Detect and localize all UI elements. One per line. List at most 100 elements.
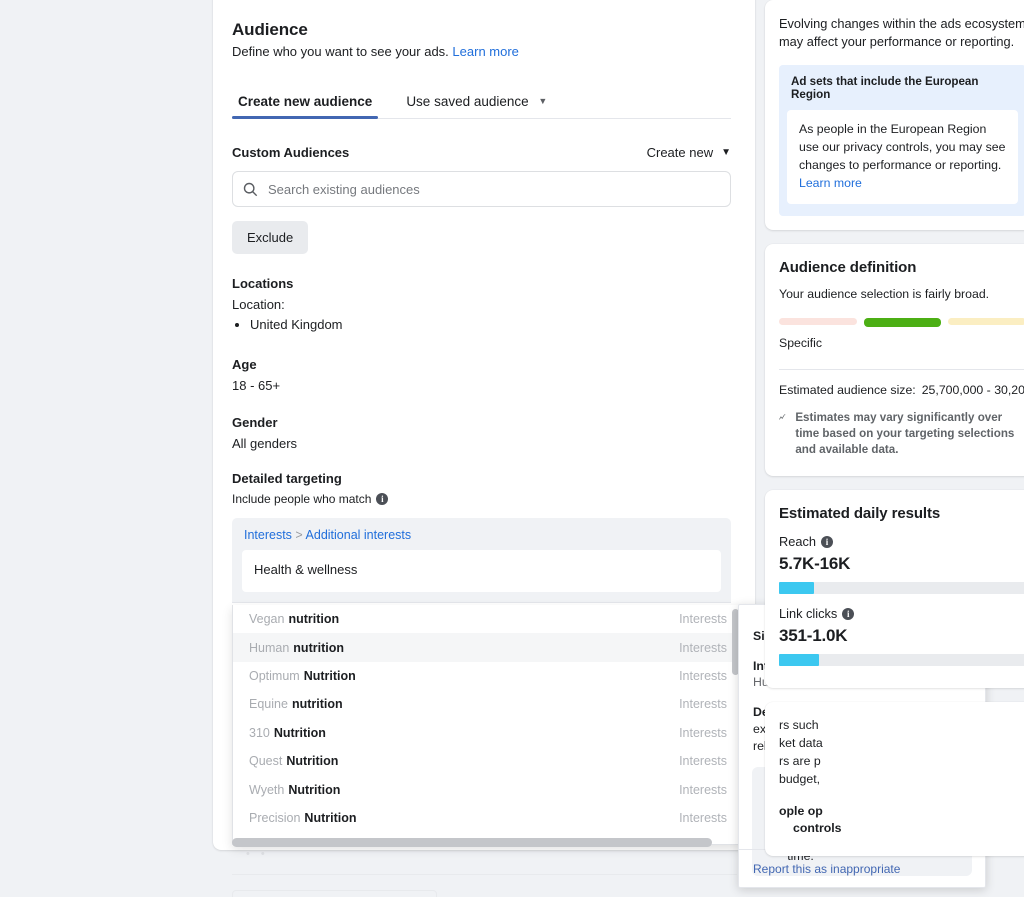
suggestion-category: Interests <box>679 754 727 769</box>
suggestion-item[interactable]: Precision Nutrition Interests <box>233 804 741 832</box>
metric-bar-fill <box>779 654 819 667</box>
suggestion-item[interactable]: Quest Nutrition Interests <box>233 747 741 775</box>
page-root: Audience Define who you want to see your… <box>0 0 1024 897</box>
info-icon[interactable]: i <box>842 607 855 620</box>
suggestion-category: Interests <box>679 782 727 797</box>
metric-bar <box>779 654 1024 667</box>
tab-use-saved-audience-label: Use saved audience <box>406 94 529 109</box>
custom-audiences-header: Custom Audiences Create new ▼ <box>232 145 731 160</box>
suggestion-prefix: Optimum <box>249 668 300 683</box>
obscured-line-2: ket data <box>779 736 823 751</box>
suggestion-match: Nutrition <box>303 668 356 683</box>
suggestion-item[interactable]: Vegan nutrition Interests <box>233 605 741 633</box>
list-item: United Kingdom <box>250 315 731 335</box>
suggestion-item[interactable]: Human nutrition Interests <box>233 633 741 662</box>
age-heading: Age <box>232 356 257 372</box>
suggestion-prefix: Vegan <box>249 612 285 627</box>
audience-definition-summary: Your audience selection is fairly broad. <box>779 286 990 301</box>
audience-tabs: Create new audience Use saved audience ▼ <box>232 85 731 119</box>
dropdown-horizontal-scrollbar-thumb[interactable] <box>232 838 712 847</box>
suggestion-match: nutrition <box>288 612 340 627</box>
obscured-line-1: rs such <box>779 718 819 733</box>
gender-section: Gender All genders <box>232 415 731 451</box>
suggestion-prefix: Quest <box>249 754 283 769</box>
divider <box>232 874 737 875</box>
audience-learn-more-link[interactable]: Learn more <box>452 44 518 59</box>
metric-bar <box>779 582 1024 595</box>
suggestion-category: Interests <box>679 810 727 825</box>
suggestion-match: Nutrition <box>304 810 357 825</box>
age-value: 18 - 65+ <box>232 377 281 393</box>
estimate-disclaimer: Estimates may vary significantly over ti… <box>779 410 1024 459</box>
suggestion-prefix: Wyeth <box>249 782 285 797</box>
right-sidebar: Evolving changes within the ads ecosyste… <box>765 0 1024 870</box>
tab-create-new-audience[interactable]: Create new audience <box>232 94 379 119</box>
suggestion-item[interactable]: Optimum Nutrition Interests <box>233 662 741 690</box>
age-section: Age 18 - 65+ <box>232 357 731 393</box>
obscured-info-card: rs such ket data rs are p budget, ople o… <box>765 702 1024 857</box>
search-icon <box>243 182 258 196</box>
page-title: Audience <box>232 20 308 39</box>
european-region-notice: Ad sets that include the European Region… <box>779 65 1024 216</box>
dropdown-horizontal-scrollbar[interactable] <box>232 838 712 848</box>
search-audiences-field[interactable]: Search existing audiences <box>232 171 731 207</box>
european-region-text: As people in the European Region use our… <box>799 122 1006 172</box>
audience-definition-card: Audience definition Your audience select… <box>765 243 1024 477</box>
metric-value: 351-1.0K <box>779 626 848 646</box>
suggestion-prefix: Equine <box>249 697 288 712</box>
selected-interest-chip[interactable]: Health & wellness <box>242 549 721 592</box>
placeholder-field <box>232 890 437 897</box>
locations-list: United Kingdom <box>232 315 731 335</box>
include-people-who-match-label: Include people who match i <box>232 492 731 506</box>
exclude-button[interactable]: Exclude <box>232 221 309 254</box>
suggestions-dropdown[interactable]: Vegan nutrition Interests Human nutrition Int… <box>232 605 742 845</box>
obscured-line-3: rs are p <box>779 753 821 768</box>
breadcrumb-interests[interactable]: Interests <box>244 528 292 542</box>
locations-heading: Locations <box>232 276 294 291</box>
include-people-who-match-text: Include people who match <box>232 491 372 506</box>
european-region-body: As people in the European Region use our… <box>787 110 1018 204</box>
suggestion-category: Interests <box>679 668 727 683</box>
location-sub-label: Location: <box>232 297 285 312</box>
tab-create-new-audience-label: Create new audience <box>238 94 373 109</box>
suggestion-item[interactable]: Wyeth Nutrition Interests <box>233 775 741 803</box>
gauge-segment <box>863 317 942 327</box>
info-icon[interactable]: i <box>376 492 389 505</box>
suggestion-category: Interests <box>679 697 727 712</box>
metric-bar-fill <box>779 582 814 595</box>
metric-label: Reach <box>779 534 816 550</box>
estimated-daily-results-heading: Estimated daily results <box>779 505 941 523</box>
obscured-line-4: budget, <box>779 771 821 786</box>
gauge-segment <box>948 317 1024 325</box>
metric-block: Reach i 5.7K-16K <box>779 534 1024 595</box>
breadcrumb-additional-interests[interactable]: Additional interests <box>306 528 412 542</box>
info-icon[interactable]: i <box>821 535 833 548</box>
obscured-card-text: rs such ket data rs are p budget, ople o… <box>779 717 1024 838</box>
ads-ecosystem-notice-text: Evolving changes within the ads ecosyste… <box>779 16 1024 50</box>
suggestion-prefix: 310 <box>249 725 270 740</box>
suggestion-category: Interests <box>679 725 727 740</box>
estimated-daily-results-card: Estimated daily results Reach i 5.7K-16K Li… <box>765 490 1024 689</box>
suggestion-item[interactable]: Equine nutrition Interests <box>233 690 741 718</box>
european-region-learn-more-link[interactable]: Learn more <box>799 176 862 190</box>
page-subtitle: Define who you want to see your ads. Lea… <box>232 44 731 59</box>
tab-use-saved-audience[interactable]: Use saved audience ▼ <box>400 94 553 118</box>
european-region-title: Ad sets that include the European Region <box>791 75 979 102</box>
suggestion-match: nutrition <box>293 640 344 655</box>
detailed-targeting-heading: Detailed targeting <box>232 470 342 486</box>
trend-chart-icon <box>779 413 786 420</box>
page-subtitle-text: Define who you want to see your ads. <box>232 44 449 59</box>
suggestion-item[interactable]: 310 Nutrition Interests <box>233 719 741 747</box>
custom-audiences-label: Custom Audiences <box>232 145 350 160</box>
estimated-audience-size-row: Estimated audience size: 25,700,000 - 30… <box>779 383 1024 397</box>
metric-label: Link clicks <box>779 606 838 622</box>
create-new-audience-button[interactable]: Create new ▼ <box>647 145 731 160</box>
suggestion-match: Nutrition <box>288 782 341 797</box>
decorative-ellipsis: • • <box>246 848 269 860</box>
suggestion-match: nutrition <box>291 697 343 712</box>
suggestion-prefix: Precision <box>249 810 301 825</box>
estimated-audience-size-value: 25,700,000 - 30,200,000 <box>921 382 1024 397</box>
chevron-down-icon: ▼ <box>721 147 731 158</box>
suggestion-category: Interests <box>679 640 727 655</box>
audience-breadth-gauge <box>779 317 1024 327</box>
